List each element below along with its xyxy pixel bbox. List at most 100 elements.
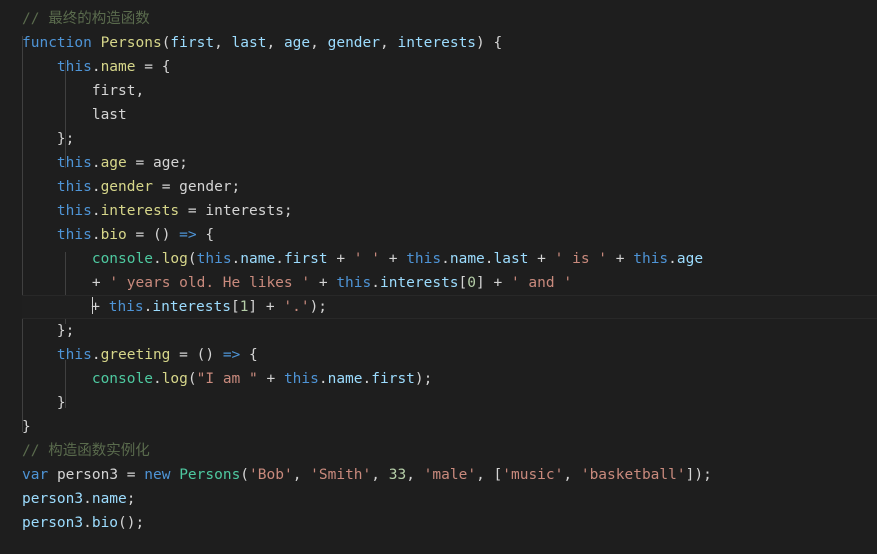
- token-plain: gender;: [179, 179, 241, 195]
- token-prop: bio: [100, 227, 127, 243]
- code-line[interactable]: // 构造函数实例化: [22, 439, 877, 463]
- code-line[interactable]: this.name = {: [22, 55, 877, 79]
- token-comment: // 构造函数实例化: [22, 443, 150, 459]
- token-param: age: [283, 35, 311, 51]
- token-punct: ,: [292, 467, 311, 483]
- token-string: 'music': [502, 467, 564, 483]
- token-punct: =: [126, 155, 153, 171]
- code-line[interactable]: console.log(this.name.first + ' ' + this…: [22, 247, 877, 271]
- token-punct: (: [187, 371, 197, 387]
- code-line[interactable]: this.interests = interests;: [22, 199, 877, 223]
- token-punct: .: [91, 203, 101, 219]
- token-var: first: [283, 251, 328, 267]
- token-var: age: [676, 251, 704, 267]
- token-method: log: [161, 251, 188, 267]
- token-console: console: [91, 251, 153, 267]
- token-punct: {: [240, 347, 258, 363]
- token-bracket1: ]: [248, 299, 258, 315]
- token-punct: +: [607, 251, 634, 267]
- token-punct: .: [91, 179, 101, 195]
- code-line[interactable]: person3.name;: [22, 487, 877, 511]
- token-punct: +: [257, 371, 284, 387]
- token-punct: .: [83, 491, 92, 507]
- token-var: interests: [379, 275, 459, 291]
- token-this: this: [56, 59, 92, 75]
- code-editor[interactable]: // 最终的构造函数 function Persons(first, last, …: [0, 0, 877, 554]
- token-number: 0: [467, 275, 477, 291]
- token-punct: .: [318, 371, 328, 387]
- token-this: this: [56, 179, 92, 195]
- code-line[interactable]: this.age = age;: [22, 151, 877, 175]
- code-surface[interactable]: // 最终的构造函数 function Persons(first, last, …: [0, 0, 877, 535]
- code-line[interactable]: };: [22, 319, 877, 343]
- token-punct: +: [327, 251, 354, 267]
- token-punct: .: [83, 515, 92, 531]
- token-var: name: [449, 251, 485, 267]
- token-punct: +: [380, 251, 407, 267]
- token-string: ' ': [353, 251, 380, 267]
- code-line[interactable]: last: [22, 103, 877, 127]
- token-punct: .: [152, 371, 162, 387]
- token-arrow: =>: [179, 227, 197, 243]
- token-punct: .: [152, 251, 162, 267]
- token-punct: ,: [310, 35, 328, 51]
- token-this: this: [56, 227, 92, 243]
- token-plain: person3: [56, 467, 119, 483]
- code-line[interactable]: }: [22, 415, 877, 439]
- code-line[interactable]: + ' years old. He likes ' + this.interes…: [22, 271, 877, 295]
- code-line[interactable]: };: [22, 127, 877, 151]
- code-line[interactable]: console.log("I am " + this.name.first);: [22, 367, 877, 391]
- code-line[interactable]: + this.interests[1] + '.');: [22, 295, 877, 319]
- code-line[interactable]: var person3 = new Persons('Bob', 'Smith'…: [22, 463, 877, 487]
- token-punct: +: [310, 275, 337, 291]
- code-line[interactable]: }: [22, 391, 877, 415]
- code-line[interactable]: first,: [22, 79, 877, 103]
- token-punct: .: [484, 251, 494, 267]
- token-prop: greeting: [100, 347, 171, 363]
- token-string: "I am ": [196, 371, 258, 387]
- token-string: '.': [283, 299, 310, 315]
- token-var: name: [91, 491, 127, 507]
- token-punct: }: [22, 419, 31, 435]
- code-line[interactable]: function Persons(first, last, age, gende…: [22, 31, 877, 55]
- token-punct: .: [441, 251, 450, 267]
- code-line[interactable]: this.gender = gender;: [22, 175, 877, 199]
- token-punct: +: [91, 299, 109, 315]
- token-param: first: [170, 35, 215, 51]
- code-line[interactable]: person3.bio();: [22, 511, 877, 535]
- token-this: this: [406, 251, 442, 267]
- token-prop: age: [100, 155, 127, 171]
- token-punct: ,: [214, 35, 232, 51]
- token-punct: }: [56, 395, 66, 411]
- token-console: console: [91, 371, 153, 387]
- token-string: ' is ': [554, 251, 608, 267]
- token-punct: =: [179, 203, 206, 219]
- token-punct: ,: [476, 467, 494, 483]
- code-line[interactable]: // 最终的构造函数: [22, 7, 877, 31]
- token-var: name: [327, 371, 363, 387]
- token-fname: Persons: [100, 35, 162, 51]
- token-number: 33: [388, 467, 407, 483]
- token-this: this: [633, 251, 669, 267]
- token-string: 'male': [423, 467, 477, 483]
- code-line[interactable]: this.greeting = () => {: [22, 343, 877, 367]
- code-line[interactable]: this.bio = () => {: [22, 223, 877, 247]
- token-this: this: [56, 155, 92, 171]
- token-punct: .: [371, 275, 380, 291]
- token-class: Persons: [179, 467, 241, 483]
- token-punct: .: [668, 251, 677, 267]
- token-plain: first,: [91, 83, 145, 99]
- token-punct: +: [484, 275, 511, 291]
- token-var: bio: [91, 515, 119, 531]
